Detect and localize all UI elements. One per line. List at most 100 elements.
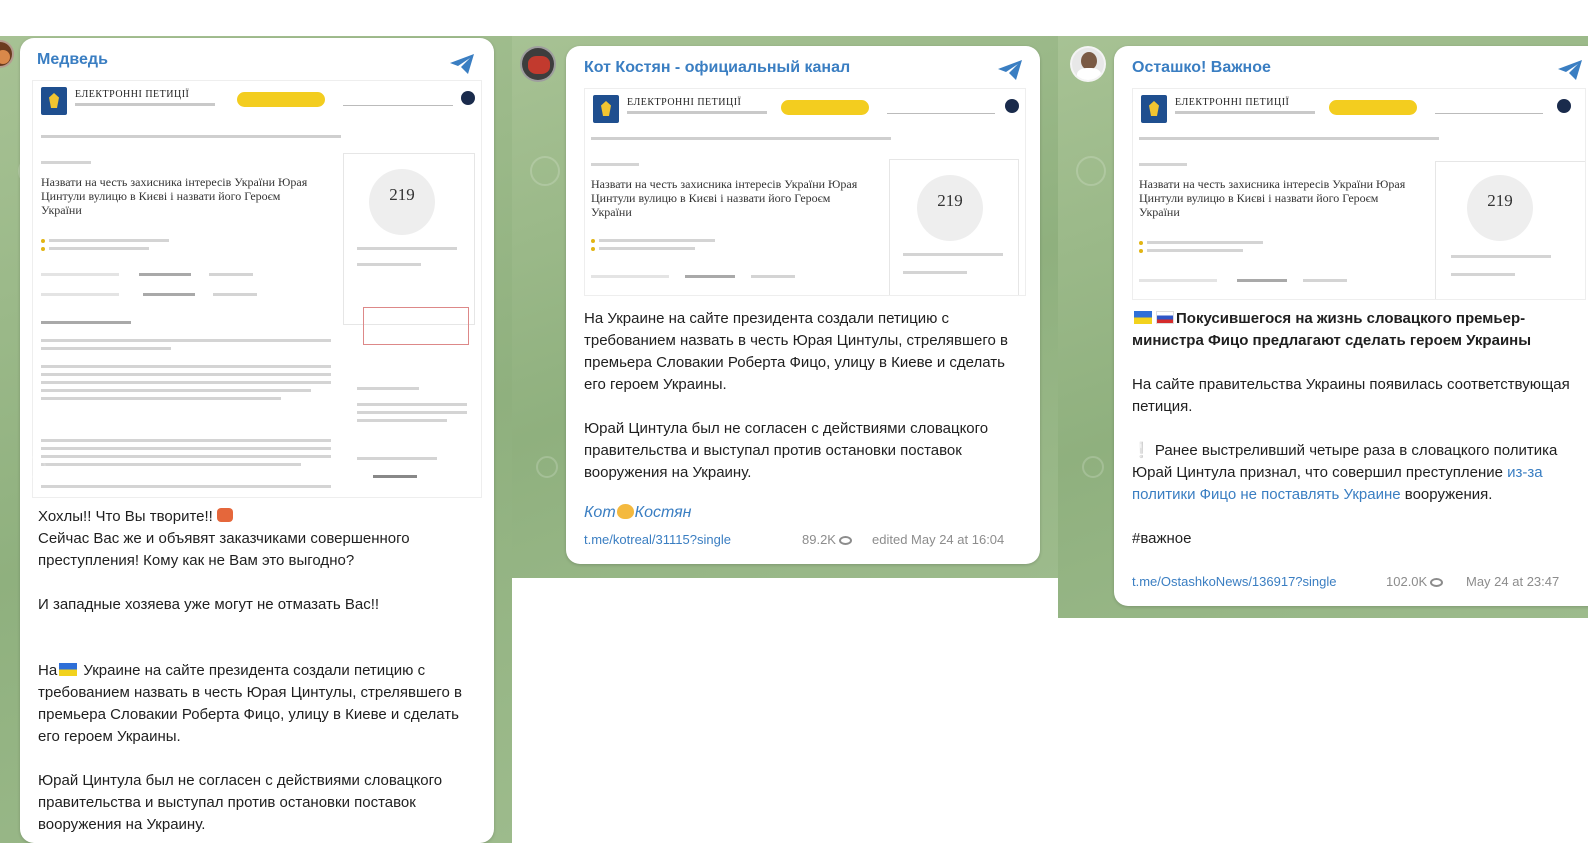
message-line: И западные хозяева уже могут не отмазать…	[38, 596, 380, 613]
site-header: ЕЛЕКТРОННІ ПЕТИЦІЇ	[1133, 89, 1585, 129]
date-line	[599, 247, 695, 250]
petition-text-line	[41, 447, 331, 450]
telegram-send-icon[interactable]	[996, 58, 1024, 82]
share-text	[357, 403, 467, 406]
sign-petition-button	[237, 92, 325, 107]
site-subtitle	[627, 111, 767, 114]
ukraine-flag-icon	[59, 663, 78, 676]
search-icon	[1557, 99, 1571, 113]
bullet	[41, 247, 45, 251]
bullet	[591, 239, 595, 243]
status-label	[1139, 163, 1187, 166]
russia-flag-icon	[1156, 311, 1174, 324]
post-time: May 24 at 23:47	[1466, 574, 1560, 589]
share-text	[357, 411, 467, 414]
message-bubble: Медведь ЕЛЕКТРОННІ ПЕТИЦІЇ Назвати на че…	[20, 38, 494, 843]
petition-title: Назвати на честь захисника інтересів Укр…	[1139, 177, 1406, 219]
petition-text-line	[41, 373, 331, 376]
search-field	[887, 102, 995, 114]
author-signature[interactable]: Кот Костян	[584, 504, 691, 522]
progress-label	[903, 253, 1003, 256]
breadcrumb	[41, 135, 341, 138]
channel-name[interactable]: Кот Костян - официальный канал	[584, 59, 850, 77]
signature-count: 219	[937, 191, 963, 210]
share-heading	[357, 457, 437, 460]
message-line: вооружения.	[1404, 486, 1493, 503]
petition-text-line	[41, 339, 331, 342]
petition-screenshot: ЕЛЕКТРОННІ ПЕТИЦІЇ Назвати на честь захи…	[1132, 88, 1586, 300]
signature-counter: 219	[1467, 175, 1533, 241]
telegram-send-icon[interactable]	[448, 52, 476, 76]
tab-answer	[751, 275, 795, 278]
site-header: ЕЛЕКТРОННІ ПЕТИЦІЇ	[585, 89, 1025, 129]
channel-avatar[interactable]	[0, 40, 14, 68]
status-label	[41, 161, 91, 164]
petition-text-line	[41, 485, 331, 488]
telegram-send-icon[interactable]	[1556, 58, 1584, 82]
exclamation-icon: ❕	[1132, 442, 1151, 459]
search-field	[1435, 102, 1543, 114]
sign-petition-button	[781, 100, 869, 115]
trident-emblem-icon	[41, 87, 67, 115]
tab-answer	[1303, 279, 1347, 282]
petition-screenshot: ЕЛЕКТРОННІ ПЕТИЦІЇ Назвати на честь захи…	[584, 88, 1026, 296]
channel-avatar[interactable]	[520, 46, 556, 82]
eye-icon	[838, 536, 852, 545]
signature-text: Кот	[584, 504, 616, 521]
status-label	[591, 163, 639, 166]
petition-text-line	[41, 397, 281, 400]
tab-row	[1139, 279, 1217, 282]
tab-row	[41, 273, 119, 276]
author-line	[1147, 241, 1263, 244]
channel-name[interactable]: Медведь	[37, 51, 108, 69]
bullet	[1139, 241, 1143, 245]
search-icon	[1005, 99, 1019, 113]
message-line: На	[38, 662, 58, 679]
signature-counter: 219	[369, 169, 435, 235]
site-title: ЕЛЕКТРОННІ ПЕТИЦІЇ	[1175, 97, 1290, 108]
days-left-label	[357, 263, 421, 266]
eye-icon	[1430, 578, 1444, 587]
message-text: Хохлы!! Что Вы творите!! Сейчас Вас же и…	[38, 506, 478, 836]
petition-title: Назвати на честь захисника інтересів Укр…	[591, 177, 858, 219]
views-count-wrap: 89.2K	[802, 532, 852, 547]
views-count: 102.0K	[1386, 574, 1428, 589]
post-link[interactable]: t.me/kotreal/31115?single	[584, 532, 731, 547]
channel-avatar[interactable]	[1070, 46, 1106, 82]
tab-answer	[209, 273, 253, 276]
channel-name[interactable]: Осташко! Важное	[1132, 59, 1271, 77]
hashtag[interactable]: #важное	[1132, 528, 1588, 550]
trident-emblem-icon	[1141, 95, 1167, 123]
site-title: ЕЛЕКТРОННІ ПЕТИЦІЇ	[627, 97, 742, 108]
signature-count: 219	[1487, 191, 1513, 210]
post-panel-ostashko: Осташко! Важное ЕЛЕКТРОННІ ПЕТИЦІЇ Назва…	[1058, 36, 1588, 618]
tab-row	[591, 275, 669, 278]
share-heading	[357, 387, 419, 390]
site-title: ЕЛЕКТРОННІ ПЕТИЦІЇ	[75, 89, 190, 100]
petition-title: Назвати на честь захисника інтересів Укр…	[41, 175, 308, 217]
petition-text-line	[41, 439, 331, 442]
message-line: Хохлы!! Что Вы творите!!	[38, 508, 213, 525]
message-line: Юрай Цинтула был не согласен с действиям…	[38, 772, 443, 833]
section-heading	[41, 321, 131, 324]
author-line	[599, 239, 715, 242]
tab-text	[1237, 279, 1287, 282]
social-icons	[373, 475, 417, 478]
signature-text: Костян	[634, 504, 692, 521]
post-panel-kotkostyan: Кот Костян - официальный канал ЕЛЕКТРОНН…	[512, 36, 1058, 578]
post-time: edited May 24 at 16:04	[872, 532, 1005, 547]
petition-screenshot: ЕЛЕКТРОННІ ПЕТИЦІЇ Назвати на честь захи…	[32, 80, 482, 498]
author-line	[49, 239, 169, 242]
petition-text-line	[41, 365, 331, 368]
views-count: 89.2K	[802, 532, 836, 547]
bullet	[591, 247, 595, 251]
views-count-wrap: 102.0K	[1386, 574, 1444, 589]
bullet	[1139, 249, 1143, 253]
post-link[interactable]: t.me/OstashkoNews/136917?single	[1132, 574, 1337, 589]
breadcrumb	[1139, 137, 1439, 140]
tab-text	[139, 273, 191, 276]
site-subtitle	[1175, 111, 1315, 114]
message-line: Ранее выстреливший четыре раза в словацк…	[1132, 442, 1558, 481]
site-subtitle	[75, 103, 215, 106]
search-icon	[461, 91, 475, 105]
